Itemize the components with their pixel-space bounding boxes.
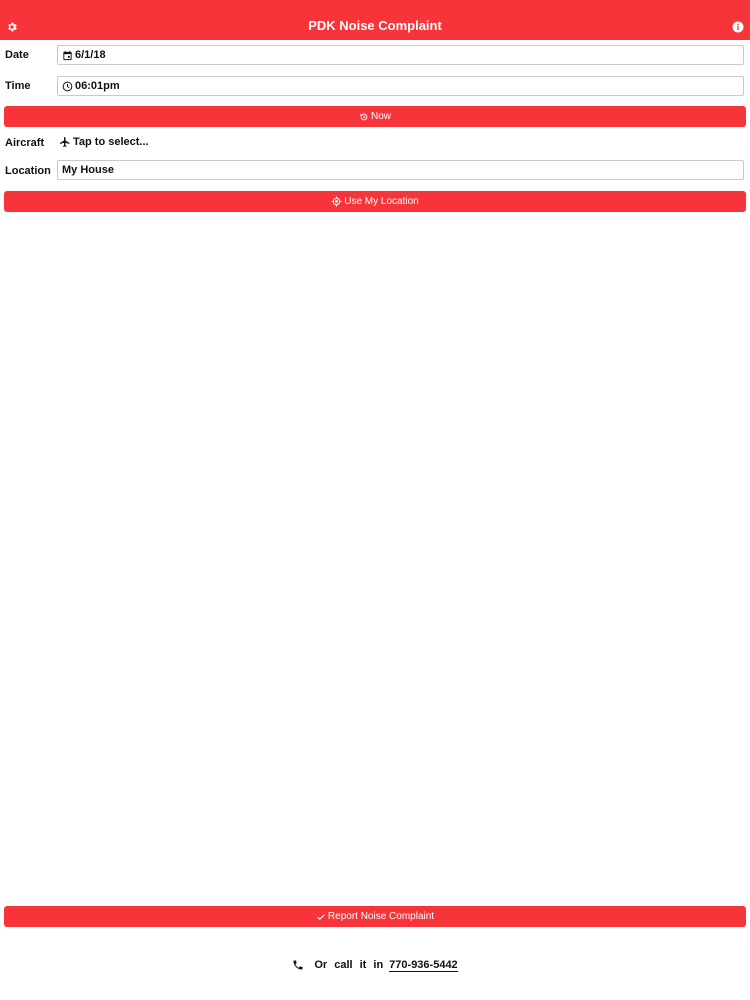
aircraft-value: Tap to select... [73,136,149,148]
call-footer: Or call it in 770-936-5442 [0,955,750,975]
use-my-location-button[interactable]: Use My Location [4,191,746,212]
time-label: Time [5,80,31,92]
clock-icon [62,81,73,91]
time-row: Time 06:01pm [0,75,750,99]
location-value: My House [62,164,114,176]
phone-number-link[interactable]: 770-936-5442 [389,959,458,972]
use-my-location-label: Use My Location [344,196,419,207]
date-row: Date 6/1/18 [0,44,750,68]
date-label: Date [5,49,29,61]
app-header: PDK Noise Complaint [0,0,750,40]
airplane-icon [60,137,70,147]
aircraft-selector[interactable]: Tap to select... [59,136,149,148]
page-title: PDK Noise Complaint [308,18,442,33]
date-field[interactable]: 6/1/18 [57,45,744,65]
date-value: 6/1/18 [75,49,106,61]
phone-icon [293,960,303,970]
check-icon [317,913,325,920]
time-value: 06:01pm [75,80,120,92]
report-button-label: Report Noise Complaint [327,911,435,922]
now-button[interactable]: Now [4,106,746,127]
location-input[interactable]: My House [57,160,744,180]
call-text: Or call it in [314,959,384,971]
time-field[interactable]: 06:01pm [57,76,744,96]
calendar-icon [63,50,72,60]
location-label: Location [5,165,51,177]
history-icon [360,113,368,120]
crosshair-icon [331,196,342,207]
now-button-label: Now [370,111,391,122]
aircraft-label: Aircraft [5,137,45,149]
location-row: Location My House [0,160,750,184]
report-noise-complaint-button[interactable]: Report Noise Complaint [4,906,746,927]
info-icon[interactable] [732,20,744,33]
